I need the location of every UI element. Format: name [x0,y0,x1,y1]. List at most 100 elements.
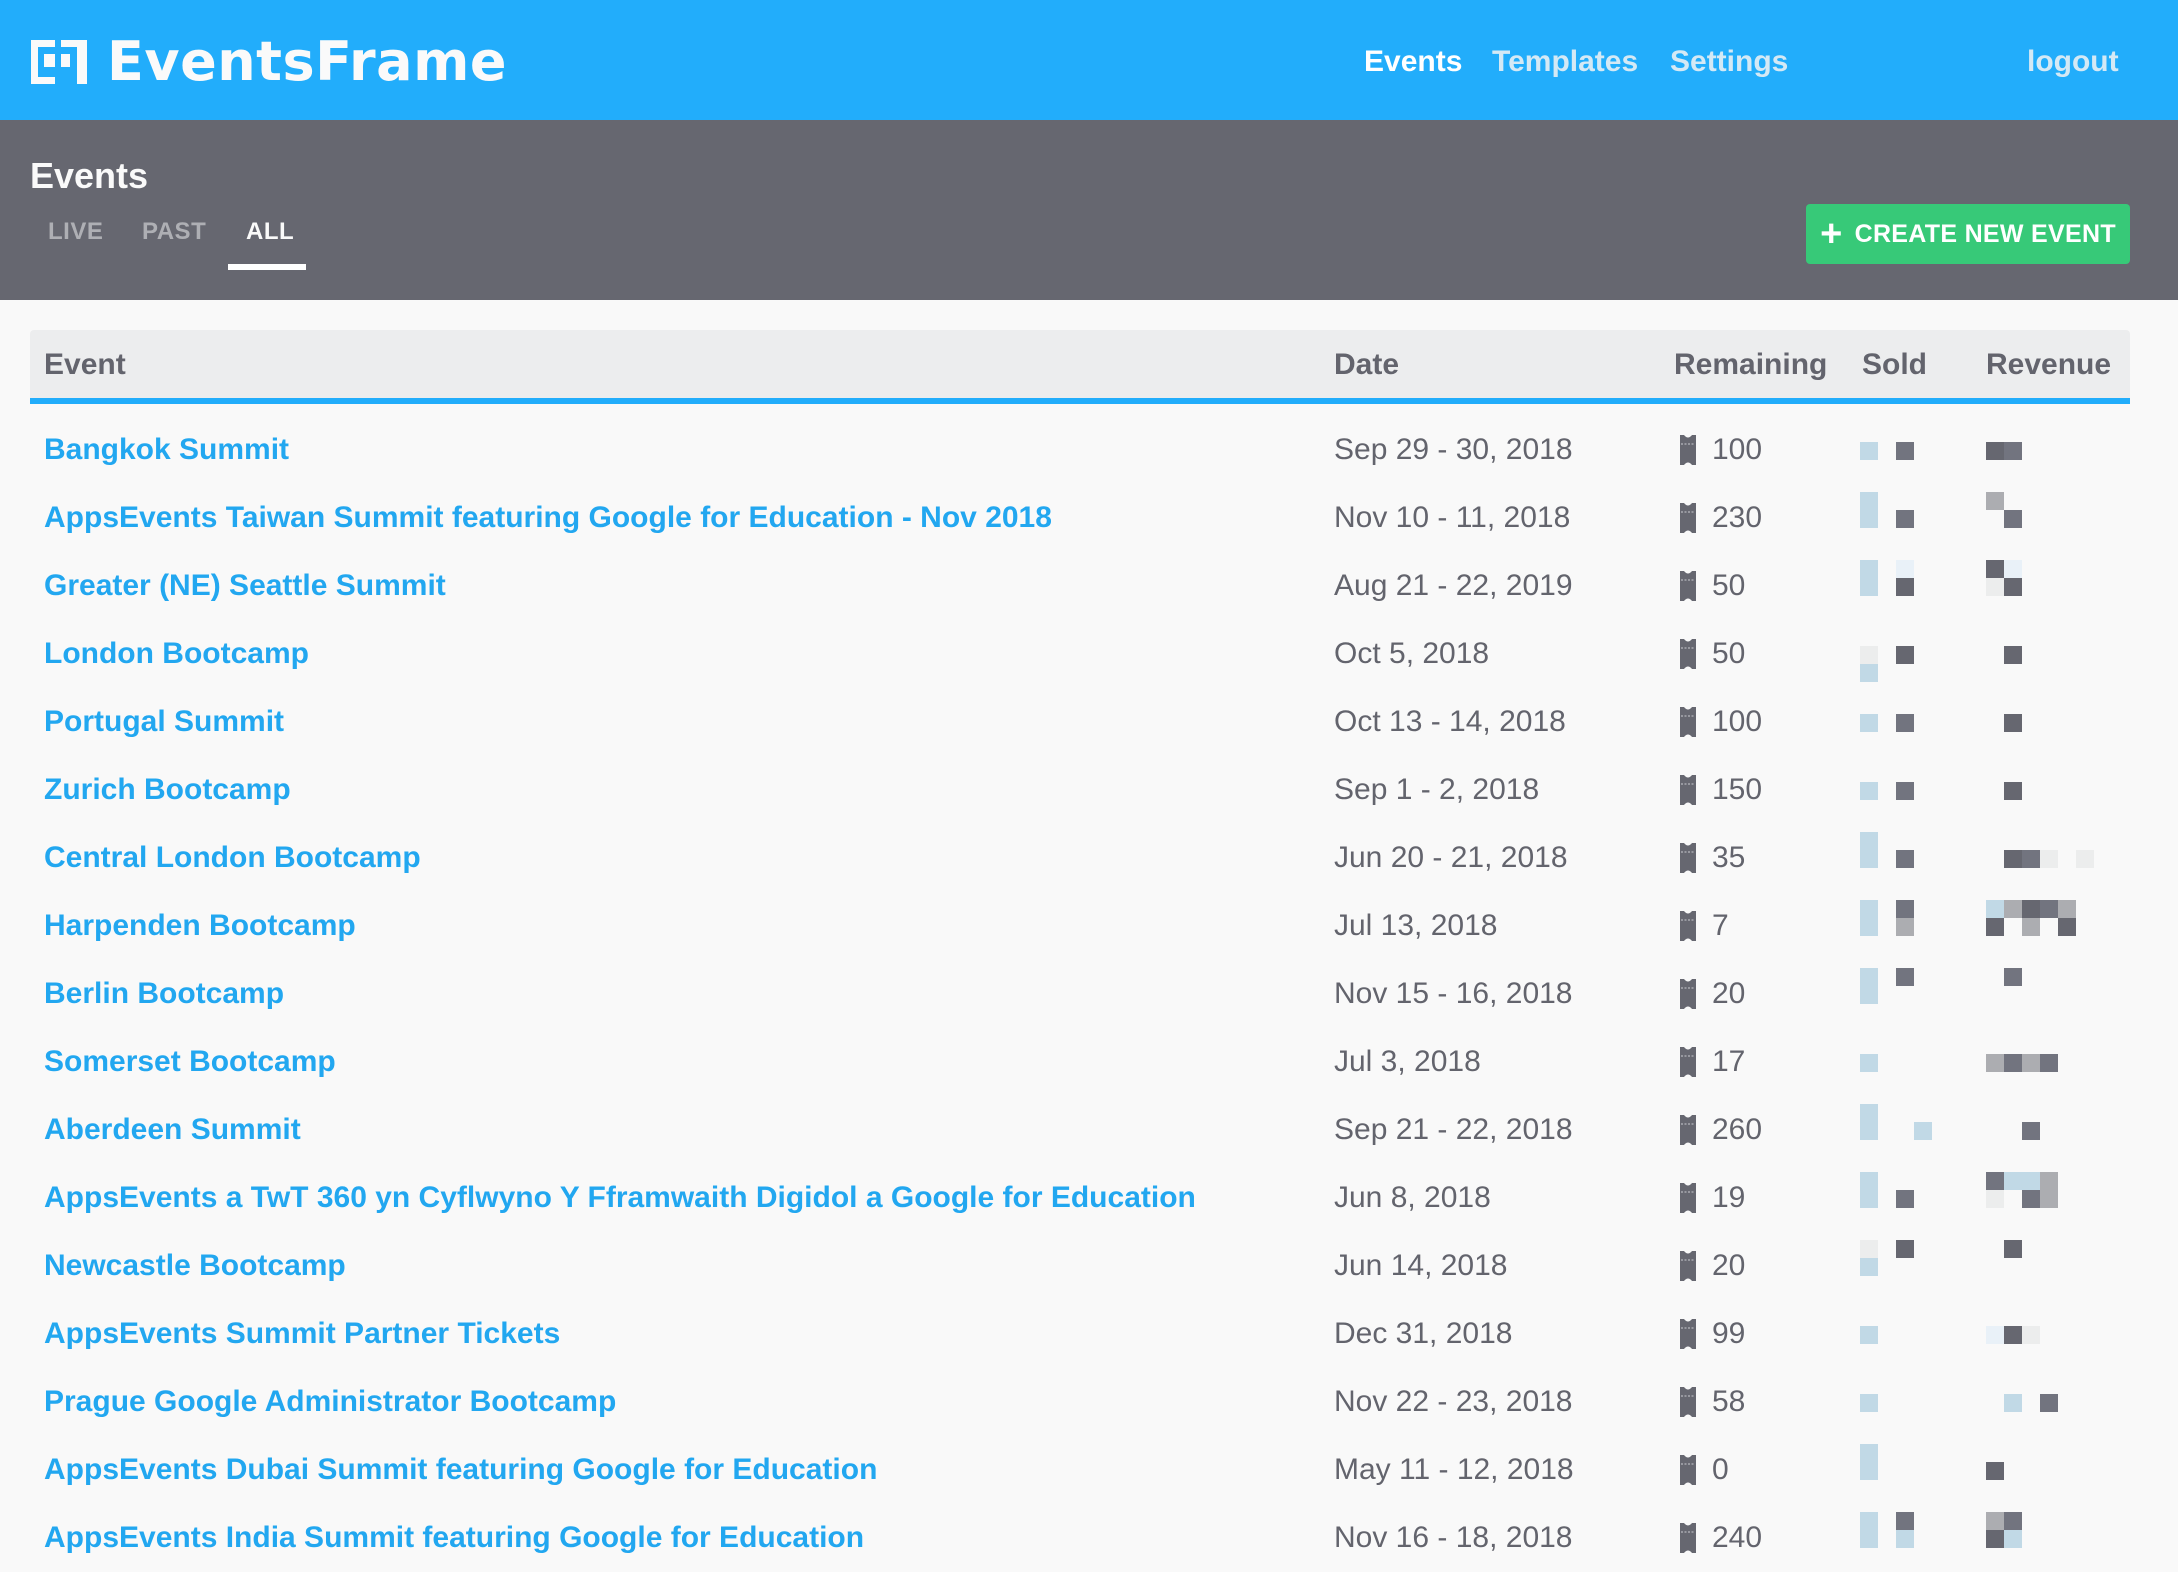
event-name-link[interactable]: London Bootcamp [44,620,309,688]
ticket-icon [1680,503,1696,533]
nav-templates[interactable]: Templates [1492,40,1638,84]
redacted-pixel [2022,850,2040,868]
redacted-pixel [1860,1240,1878,1258]
table-row: Portugal Summit Oct 13 - 14, 2018 100 [30,688,2130,756]
event-name-link[interactable]: AppsEvents India Summit featuring Google… [44,1504,864,1572]
event-date: Oct 5, 2018 [1334,637,1490,670]
event-name-link[interactable]: Zurich Bootcamp [44,756,291,824]
event-date: Sep 21 - 22, 2018 [1334,1113,1573,1146]
event-name-link[interactable]: Central London Bootcamp [44,824,421,892]
create-new-event-button[interactable]: + CREATE NEW EVENT [1806,204,2130,264]
redacted-pixel [1860,782,1878,800]
event-name-link[interactable]: AppsEvents Taiwan Summit featuring Googl… [44,484,1052,552]
event-date: Nov 15 - 16, 2018 [1334,977,1573,1010]
redacted-pixel [1860,1258,1878,1276]
ticket-icon [1680,707,1696,737]
column-header-event[interactable]: Event [44,348,126,382]
redacted-pixel [1860,510,1878,528]
redacted-pixel [1896,1530,1914,1548]
remaining-tickets: 100 [1680,416,1762,484]
event-name-link[interactable]: Greater (NE) Seattle Summit [44,552,446,620]
column-header-date[interactable]: Date [1334,348,1399,382]
redacted-pixel [1986,492,2004,510]
ticket-icon [1680,1523,1696,1553]
remaining-tickets: 150 [1680,756,1762,824]
redacted-pixel [1860,646,1878,664]
column-header-remaining[interactable]: Remaining [1674,348,1827,382]
page-header: Events LIVE PAST ALL + CREATE NEW EVENT [0,120,2178,300]
table-row: Zurich Bootcamp Sep 1 - 2, 2018 150 [30,756,2130,824]
redacted-pixel [1896,782,1914,800]
redacted-pixel [1896,560,1914,578]
remaining-count: 58 [1712,1385,1746,1418]
nav-events[interactable]: Events [1364,40,1462,84]
ticket-icon [1680,1115,1696,1145]
event-name-link[interactable]: Newcastle Bootcamp [44,1232,346,1300]
redacted-pixel [1896,1512,1914,1530]
redacted-pixel [1986,1326,2004,1344]
brand-logo[interactable]: EventsFrame [31,35,507,89]
table-row: Newcastle Bootcamp Jun 14, 2018 20 [30,1232,2130,1300]
event-date: Nov 22 - 23, 2018 [1334,1385,1573,1418]
event-name-link[interactable]: Aberdeen Summit [44,1096,301,1164]
redacted-pixel [1896,442,1914,460]
remaining-count: 150 [1712,773,1763,806]
redacted-pixel [1860,1394,1878,1412]
event-name-link[interactable]: AppsEvents a TwT 360 yn Cyflwyno Y Ffram… [44,1164,1196,1232]
nav-settings[interactable]: Settings [1670,40,1788,84]
redacted-pixel [1896,900,1914,918]
remaining-count: 260 [1712,1113,1763,1146]
redacted-pixel [1860,1054,1878,1072]
remaining-tickets: 20 [1680,960,1745,1028]
event-date: Jun 8, 2018 [1334,1181,1491,1214]
ticket-icon [1680,775,1696,805]
redacted-pixel [1986,1172,2004,1190]
event-name-link[interactable]: AppsEvents Dubai Summit featuring Google… [44,1436,877,1504]
redacted-pixel [2004,1054,2022,1072]
event-name-link[interactable]: Berlin Bootcamp [44,960,284,1028]
tab-live[interactable]: LIVE [48,218,103,246]
remaining-count: 50 [1712,569,1746,602]
redacted-pixel [1860,1326,1878,1344]
table-row: Bangkok Summit Sep 29 - 30, 2018 100 [30,416,2130,484]
remaining-tickets: 17 [1680,1028,1745,1096]
column-header-sold[interactable]: Sold [1862,348,1927,382]
logout-link[interactable]: logout [2027,40,2119,84]
column-header-revenue[interactable]: Revenue [1986,348,2111,382]
event-date: Dec 31, 2018 [1334,1317,1513,1350]
redacted-pixel [2040,1172,2058,1190]
redacted-pixel [1860,900,1878,918]
tab-past[interactable]: PAST [142,218,206,246]
redacted-pixel [2022,900,2040,918]
ticket-icon [1680,1387,1696,1417]
table-row: AppsEvents a TwT 360 yn Cyflwyno Y Ffram… [30,1164,2130,1232]
tab-all[interactable]: ALL [246,218,294,246]
event-name-link[interactable]: Harpenden Bootcamp [44,892,356,960]
event-name-link[interactable]: Bangkok Summit [44,416,289,484]
remaining-count: 240 [1712,1521,1763,1554]
redacted-pixel [2004,1530,2022,1548]
remaining-tickets: 260 [1680,1096,1762,1164]
redacted-pixel [2022,1326,2040,1344]
event-name-link[interactable]: Portugal Summit [44,688,284,756]
remaining-tickets: 99 [1680,1300,1745,1368]
ticket-icon [1680,639,1696,669]
event-name-link[interactable]: Prague Google Administrator Bootcamp [44,1368,616,1436]
redacted-pixel [1860,664,1878,682]
remaining-tickets: 19 [1680,1164,1745,1232]
redacted-pixel [1986,1054,2004,1072]
create-new-event-label: CREATE NEW EVENT [1854,219,2116,248]
redacted-pixel [2004,782,2022,800]
redacted-pixel [1896,1190,1914,1208]
event-name-link[interactable]: AppsEvents Summit Partner Tickets [44,1300,560,1368]
event-date: Jul 3, 2018 [1334,1045,1481,1078]
remaining-tickets: 7 [1680,892,1729,960]
table-row: AppsEvents India Summit featuring Google… [30,1504,2130,1572]
event-name-link[interactable]: Somerset Bootcamp [44,1028,336,1096]
redacted-pixel [1860,1190,1878,1208]
redacted-pixel [2040,1394,2058,1412]
redacted-pixel [1860,492,1878,510]
redacted-pixel [1896,968,1914,986]
remaining-count: 230 [1712,501,1763,534]
redacted-pixel [2040,1190,2058,1208]
